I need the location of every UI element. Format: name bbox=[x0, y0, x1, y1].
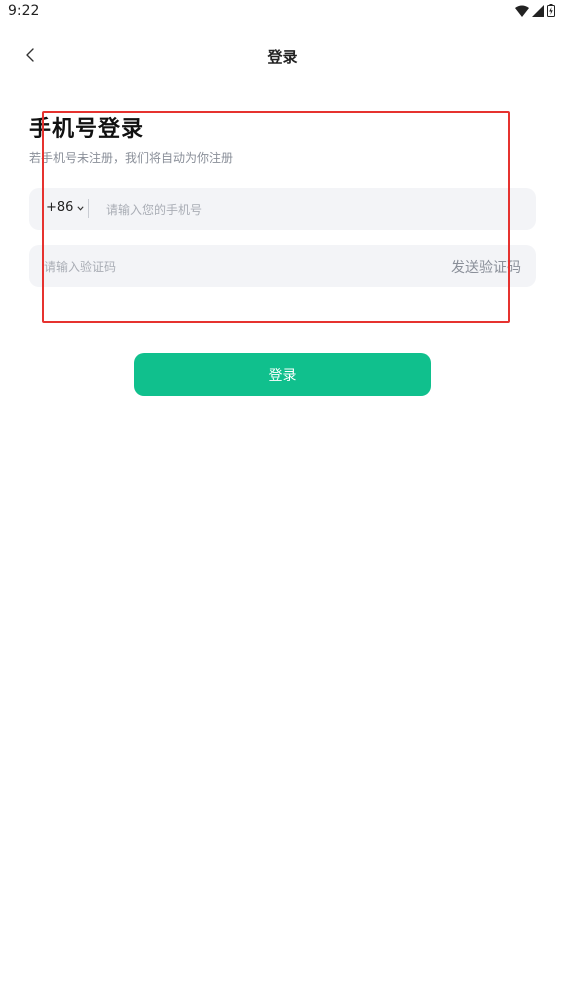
status-icons bbox=[515, 4, 555, 17]
verification-code-field: 发送验证码 bbox=[29, 245, 536, 289]
country-code-label: +86 bbox=[46, 200, 74, 215]
status-bar: 9:22 bbox=[0, 0, 565, 26]
status-time: 9:22 bbox=[8, 3, 40, 19]
page-subtitle: 若手机号未注册，我们将自动为你注册 bbox=[29, 151, 234, 165]
nav-title: 登录 bbox=[267, 48, 298, 66]
login-screen: 9:22 登录 手机号登录 若手机号未注册，我们将自动为你注册 +86 请输入您… bbox=[0, 0, 565, 1004]
verification-code-input[interactable] bbox=[42, 245, 426, 289]
page-title: 手机号登录 bbox=[29, 117, 145, 142]
field-divider bbox=[88, 199, 89, 218]
login-button[interactable]: 登录 bbox=[134, 353, 431, 396]
chevron-down-icon bbox=[77, 200, 85, 215]
battery-icon bbox=[547, 4, 555, 17]
phone-field: +86 bbox=[29, 188, 536, 232]
signal-icon bbox=[532, 4, 544, 17]
wifi-icon bbox=[515, 5, 529, 17]
send-code-button[interactable]: 发送验证码 bbox=[451, 257, 521, 277]
nav-bar: 登录 bbox=[0, 36, 565, 76]
country-code-selector[interactable]: +86 bbox=[46, 200, 85, 215]
phone-input[interactable] bbox=[104, 188, 508, 232]
